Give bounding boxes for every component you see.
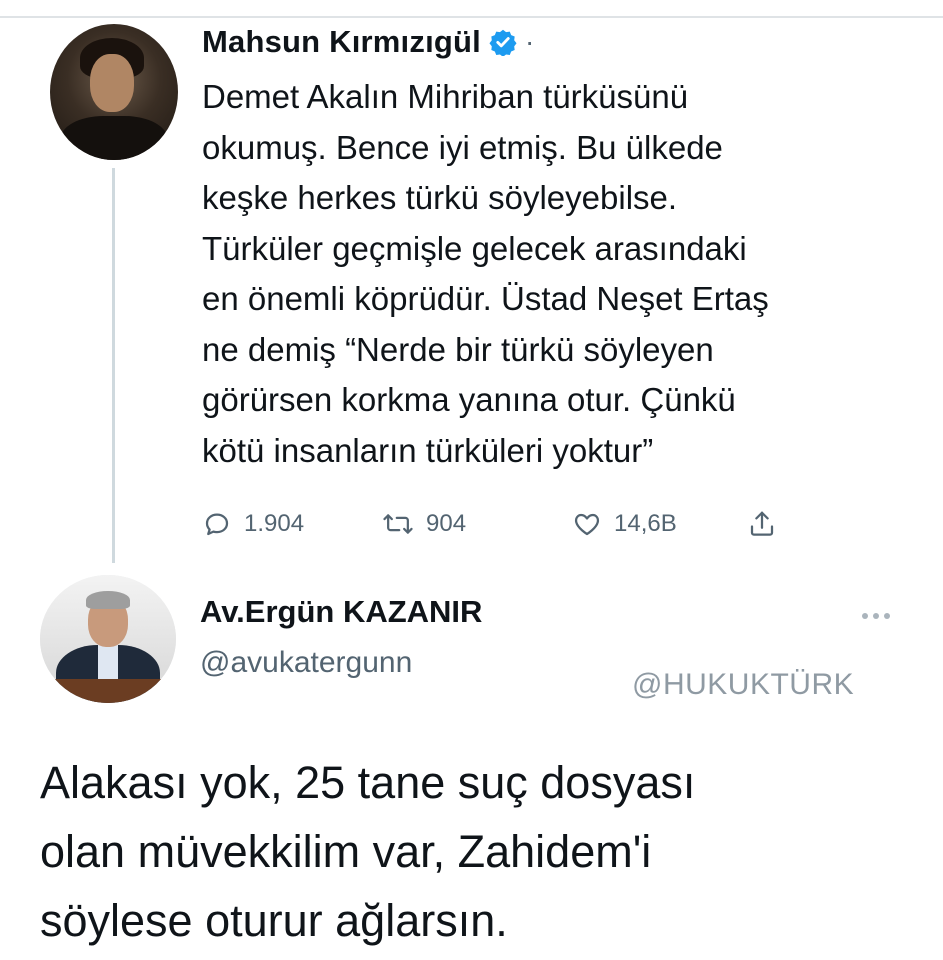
tweet-header: Mahsun Kırmızıgül · xyxy=(202,22,534,62)
author-avatar[interactable] xyxy=(50,24,178,160)
reply-tweet-text: Alakası yok, 25 tane suç dosyası olan mü… xyxy=(40,757,696,946)
watermark: @HUKUKTÜRK xyxy=(632,668,855,701)
thread-line xyxy=(112,168,115,563)
more-options-icon[interactable] xyxy=(862,606,902,626)
reply-count: 1.904 xyxy=(244,510,305,537)
reply-button[interactable]: 1.904 xyxy=(202,509,382,539)
reply-icon xyxy=(202,509,232,539)
verified-badge-icon xyxy=(489,28,517,57)
share-button[interactable] xyxy=(747,509,777,539)
heart-icon xyxy=(572,509,602,539)
header-separator: · xyxy=(524,26,535,57)
retweet-count: 904 xyxy=(426,510,467,537)
tweet-text: Demet Akalın Mihriban türküsünü okumuş. … xyxy=(202,78,769,469)
retweet-button[interactable]: 904 xyxy=(382,509,572,539)
author-name[interactable]: Mahsun Kırmızıgül xyxy=(202,24,481,60)
reply-author-name[interactable]: Av.Ergün KAZANIR xyxy=(200,594,482,630)
like-button[interactable]: 14,6B xyxy=(572,509,747,539)
like-count: 14,6B xyxy=(614,510,677,537)
reply-author-handle[interactable]: @avukatergunn xyxy=(200,646,412,680)
retweet-icon xyxy=(382,509,414,539)
share-icon xyxy=(747,509,777,539)
tweet-actions: 1.904 904 14,6B xyxy=(202,500,777,548)
top-divider xyxy=(0,16,943,18)
reply-author-avatar[interactable] xyxy=(40,575,176,703)
